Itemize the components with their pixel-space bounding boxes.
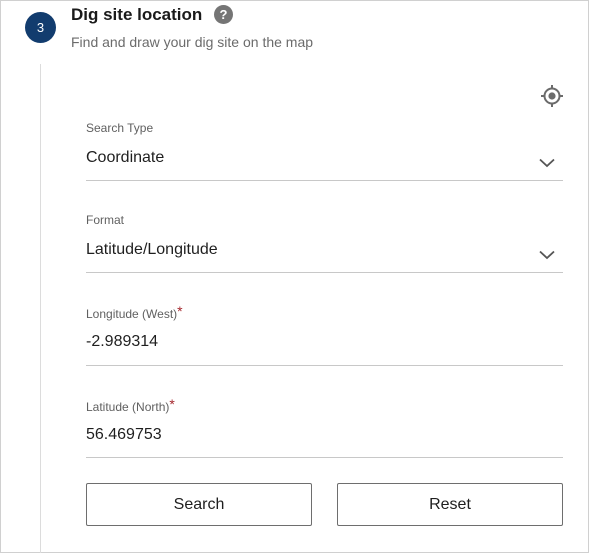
chevron-down-icon (539, 250, 555, 260)
search-type-value: Coordinate (86, 149, 165, 166)
step-rail-divider (40, 64, 41, 553)
crosshair-locate-icon[interactable] (540, 84, 564, 108)
step-number-badge: 3 (25, 12, 56, 43)
step-title: Dig site location (71, 5, 203, 24)
format-underline (86, 272, 563, 273)
format-dropdown[interactable]: Format Latitude/Longitude (86, 213, 563, 273)
required-marker: * (169, 396, 175, 412)
reset-button[interactable]: Reset (337, 483, 563, 526)
latitude-input[interactable]: 56.469753 (86, 426, 162, 444)
step-subtitle: Find and draw your dig site on the map (71, 34, 314, 50)
longitude-field[interactable]: Longitude (West)* -2.989314 (86, 303, 563, 366)
latitude-label: Latitude (North)* (86, 396, 175, 414)
search-type-dropdown[interactable]: Search Type Coordinate (86, 121, 563, 181)
required-marker: * (177, 303, 183, 319)
format-label: Format (86, 213, 125, 227)
longitude-label: Longitude (West)* (86, 303, 183, 321)
panel-frame (0, 0, 589, 553)
chevron-down-icon (539, 158, 555, 168)
search-type-label: Search Type (86, 121, 154, 135)
search-button[interactable]: Search (86, 483, 312, 526)
longitude-underline (86, 365, 563, 366)
latitude-underline (86, 457, 563, 458)
search-type-underline (86, 180, 563, 181)
longitude-input[interactable]: -2.989314 (86, 333, 158, 351)
help-icon[interactable]: ? (214, 5, 233, 24)
latitude-field[interactable]: Latitude (North)* 56.469753 (86, 396, 563, 458)
format-value: Latitude/Longitude (86, 241, 218, 258)
